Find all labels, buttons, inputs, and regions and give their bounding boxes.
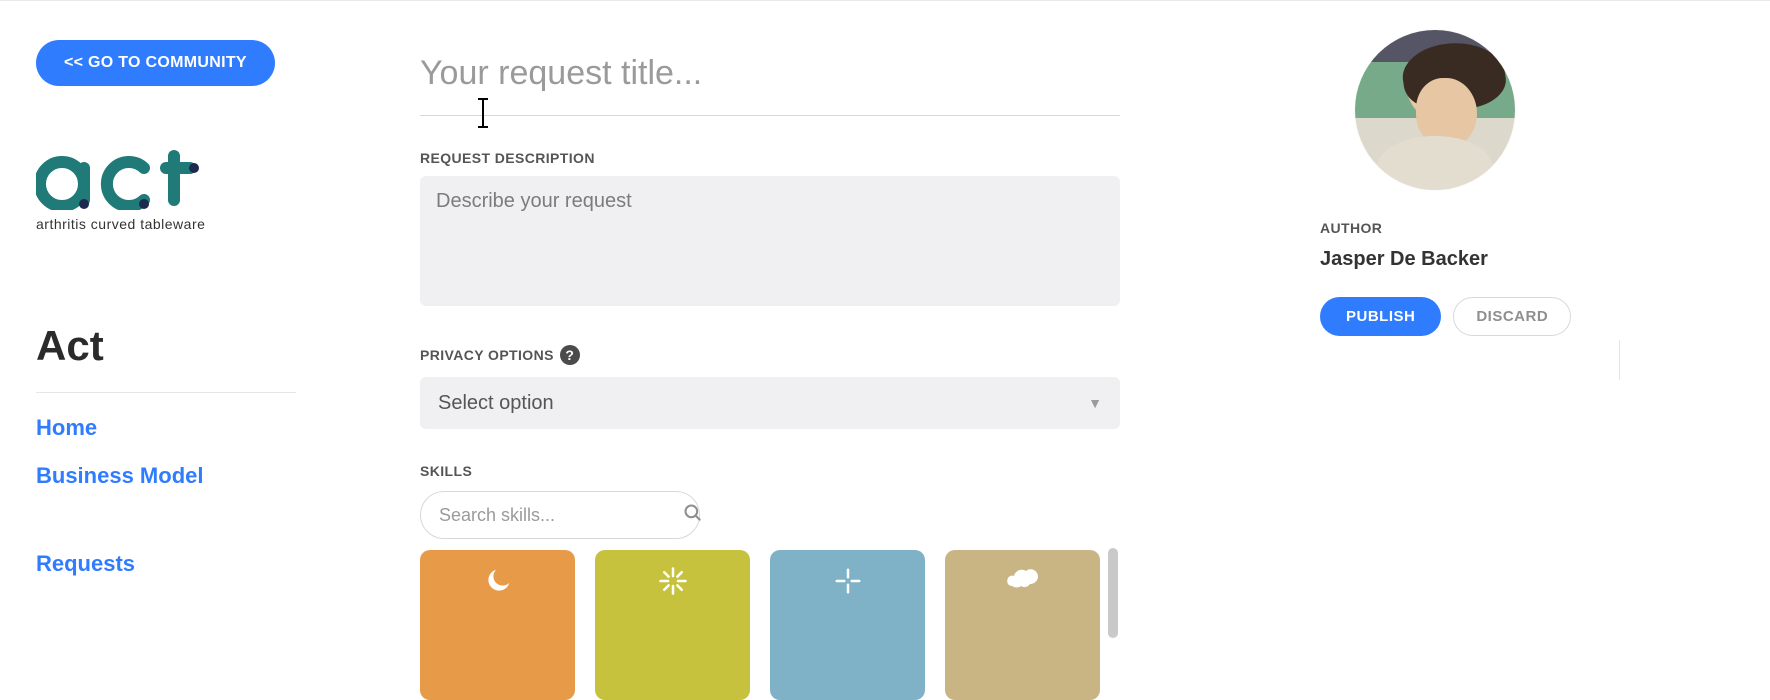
skills-search-input[interactable] xyxy=(439,505,671,526)
sidebar: << GO TO COMMUNITY arthritis curved tabl… xyxy=(36,40,336,577)
category-tiles xyxy=(420,550,1100,700)
description-label: REQUEST DESCRIPTION xyxy=(420,150,1120,166)
moon-icon xyxy=(483,566,513,604)
chevron-down-icon: ▼ xyxy=(1088,395,1102,411)
skills-search[interactable] xyxy=(420,491,700,539)
request-form: REQUEST DESCRIPTION PRIVACY OPTIONS ? Se… xyxy=(420,48,1120,539)
nav-business-model[interactable]: Business Model xyxy=(36,463,336,489)
discard-button[interactable]: DISCARD xyxy=(1453,297,1571,336)
act-logo-icon xyxy=(36,146,216,210)
logo: arthritis curved tableware xyxy=(36,146,336,232)
nav-requests[interactable]: Requests xyxy=(36,551,336,577)
skills-label: SKILLS xyxy=(420,463,1120,479)
privacy-label: PRIVACY OPTIONS xyxy=(420,347,554,363)
author-actions: PUBLISH DISCARD xyxy=(1320,297,1571,336)
request-title-input[interactable] xyxy=(420,48,1120,116)
logo-tagline: arthritis curved tableware xyxy=(36,216,336,232)
author-label: AUTHOR xyxy=(1320,220,1382,236)
author-name: Jasper De Backer xyxy=(1320,248,1488,271)
page-title: Act xyxy=(36,322,336,370)
author-avatar xyxy=(1355,30,1515,190)
publish-button[interactable]: PUBLISH xyxy=(1320,297,1441,336)
tile-4[interactable] xyxy=(945,550,1100,700)
tile-2[interactable] xyxy=(595,550,750,700)
search-icon xyxy=(683,503,703,528)
sidebar-nav: Home Business Model Requests xyxy=(36,415,336,577)
blob-icon xyxy=(1006,566,1040,602)
privacy-label-row: PRIVACY OPTIONS ? xyxy=(420,345,1120,365)
tiles-scrollbar[interactable] xyxy=(1108,548,1118,638)
go-to-community-button[interactable]: << GO TO COMMUNITY xyxy=(36,40,275,86)
privacy-select[interactable]: Select option ▼ xyxy=(420,377,1120,429)
divider xyxy=(1619,340,1620,380)
tile-3[interactable] xyxy=(770,550,925,700)
text-cursor-icon xyxy=(482,98,484,128)
burst-icon xyxy=(833,566,863,604)
nav-home[interactable]: Home xyxy=(36,415,336,441)
sparkle-icon xyxy=(658,566,688,604)
author-panel: AUTHOR Jasper De Backer PUBLISH DISCARD xyxy=(1320,30,1550,336)
privacy-select-placeholder: Select option xyxy=(438,392,554,415)
request-description-input[interactable] xyxy=(420,176,1120,306)
help-icon[interactable]: ? xyxy=(560,345,580,365)
divider xyxy=(36,392,296,393)
tile-1[interactable] xyxy=(420,550,575,700)
